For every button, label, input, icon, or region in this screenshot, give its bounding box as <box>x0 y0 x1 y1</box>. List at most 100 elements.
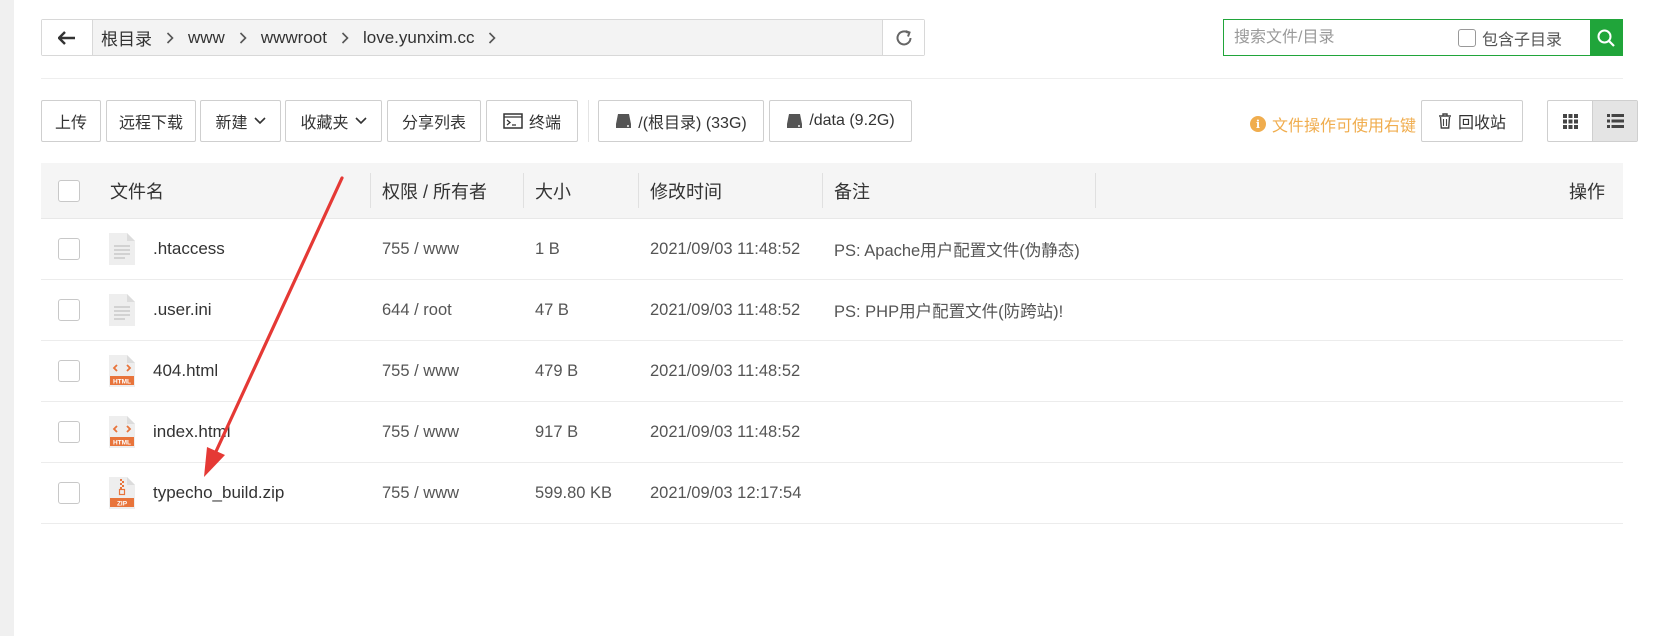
terminal-button[interactable]: 终端 <box>486 100 578 142</box>
toolbar-separator <box>588 100 589 142</box>
upload-button[interactable]: 上传 <box>41 100 101 142</box>
permission-owner[interactable]: 755 / www <box>382 219 459 279</box>
chevron-right-icon <box>341 31 349 44</box>
disk-data-label: /data (9.2G) <box>809 112 895 129</box>
disk-data-button[interactable]: /data (9.2G) <box>769 100 912 142</box>
include-subdir-label: 包含子目录 <box>1482 31 1563 49</box>
column-separator <box>370 173 371 208</box>
table-body: .htaccess 755 / www 1 B 2021/09/03 11:48:52… <box>41 219 1623 524</box>
chevron-down-icon <box>354 117 367 125</box>
refresh-button[interactable] <box>882 20 924 55</box>
chevron-right-icon <box>166 31 174 44</box>
search-icon <box>1597 29 1615 47</box>
breadcrumb-item[interactable]: wwwroot <box>261 28 349 48</box>
search-button[interactable] <box>1590 20 1622 55</box>
share-list-button[interactable]: 分享列表 <box>387 100 481 142</box>
header-note-label: 备注 <box>834 181 870 202</box>
chevron-down-icon <box>253 117 266 125</box>
header-permission[interactable]: 权限 / 所有者 <box>382 163 487 218</box>
breadcrumb-item[interactable]: love.yunxim.cc <box>362 27 497 48</box>
file-size: 479 B <box>535 361 579 380</box>
header-operations: 操作 <box>1569 163 1605 218</box>
file-size: 1 B <box>535 239 560 258</box>
svg-text:HTML: HTML <box>113 439 131 446</box>
select-all-checkbox[interactable] <box>58 180 80 202</box>
remote-download-button[interactable]: 远程下载 <box>106 100 196 142</box>
header-note: 备注 <box>834 163 870 218</box>
table-header: 文件名 权限 / 所有者 大小 修改时间 备注 操作 <box>41 163 1623 219</box>
header-filename-label: 文件名 <box>110 181 164 202</box>
header-filename[interactable]: 文件名 <box>110 163 164 218</box>
file-name-link[interactable]: typecho_build.zip <box>153 463 284 523</box>
file-name-link[interactable]: .htaccess <box>153 219 225 279</box>
file-name-link[interactable]: .user.ini <box>153 280 212 340</box>
hard-drive-icon <box>787 114 803 128</box>
favorites-button[interactable]: 收藏夹 <box>285 100 382 142</box>
modified-time: 2021/09/03 11:48:52 <box>650 300 801 319</box>
header-modified[interactable]: 修改时间 <box>650 163 722 218</box>
search-input[interactable] <box>1224 20 1458 55</box>
disk-root-button[interactable]: /(根目录) (33G) <box>598 100 764 142</box>
recycle-bin-label: 回收站 <box>1457 115 1506 132</box>
chevron-right-icon <box>488 31 497 44</box>
header-size[interactable]: 大小 <box>535 163 571 218</box>
back-button[interactable] <box>42 20 93 55</box>
row-checkbox[interactable] <box>58 360 80 382</box>
svg-text:HTML: HTML <box>113 378 131 385</box>
table-row[interactable]: .user.ini 644 / root 47 B 2021/09/03 11:48:… <box>41 280 1623 341</box>
file-table: 文件名 权限 / 所有者 大小 修改时间 备注 操作 .htaccess 755 … <box>41 163 1623 524</box>
row-checkbox[interactable] <box>58 299 80 321</box>
column-separator <box>523 173 524 208</box>
html-file-icon: HTML <box>109 402 135 462</box>
new-button[interactable]: 新建 <box>200 100 281 142</box>
arrow-left-icon <box>58 30 75 45</box>
info-icon: i <box>1250 116 1266 132</box>
row-checkbox[interactable] <box>58 482 80 504</box>
file-manager-panel: 根目录 www wwwroot love.yunxim.cc 包含子目录 上传 <box>14 0 1660 636</box>
share-list-label: 分享列表 <box>401 115 466 132</box>
html-file-icon: HTML <box>109 341 135 401</box>
recycle-bin-button[interactable]: 回收站 <box>1421 100 1523 142</box>
include-subdir-option[interactable]: 包含子目录 <box>1458 20 1590 55</box>
grid-view-button[interactable] <box>1548 101 1592 141</box>
permission-owner[interactable]: 755 / www <box>382 402 459 462</box>
modified-time: 2021/09/03 11:48:52 <box>650 239 801 258</box>
breadcrumb-item[interactable]: 根目录 <box>101 25 174 50</box>
refresh-icon <box>896 29 911 45</box>
modified-time: 2021/09/03 12:17:54 <box>650 483 802 502</box>
table-row[interactable]: HTML 404.html 755 / www 479 B 2021/09/03 11:… <box>41 341 1623 402</box>
zip-file-icon: ZIP <box>109 463 135 523</box>
row-checkbox[interactable] <box>58 238 80 260</box>
terminal-label: 终端 <box>528 115 561 132</box>
column-separator <box>1095 173 1096 208</box>
modified-time: 2021/09/03 11:48:52 <box>650 361 801 380</box>
breadcrumb-label: www <box>188 27 225 47</box>
file-name-link[interactable]: 404.html <box>153 341 218 401</box>
table-row[interactable]: ZIP typecho_build.zip 755 / www 599.80 KB 20… <box>41 463 1623 524</box>
breadcrumb-item[interactable]: www <box>188 28 247 48</box>
right-click-hint: i 文件操作可使用右键 <box>1250 112 1416 136</box>
header-permission-label: 权限 / 所有者 <box>382 181 488 202</box>
text-file-icon <box>109 280 135 340</box>
file-note: PS: PHP用户配置文件(防跨站)! <box>834 303 1064 321</box>
row-checkbox[interactable] <box>58 421 80 443</box>
header-size-label: 大小 <box>535 181 571 202</box>
terminal-icon <box>503 113 523 129</box>
list-view-button[interactable] <box>1592 101 1637 141</box>
file-name-link[interactable]: index.html <box>153 402 230 462</box>
list-icon <box>1606 114 1624 128</box>
table-row[interactable]: HTML index.html 755 / www 917 B 2021/09/03 1… <box>41 402 1623 463</box>
permission-owner[interactable]: 755 / www <box>382 463 459 523</box>
upload-label: 上传 <box>54 115 87 132</box>
text-file-icon <box>109 219 135 279</box>
hint-text: 文件操作可使用右键 <box>1272 118 1417 135</box>
permission-owner[interactable]: 755 / www <box>382 341 459 401</box>
favorites-label: 收藏夹 <box>300 115 349 132</box>
permission-owner[interactable]: 644 / root <box>382 280 452 340</box>
table-row[interactable]: .htaccess 755 / www 1 B 2021/09/03 11:48:52… <box>41 219 1623 280</box>
disk-root-label: /(根目录) (33G) <box>638 115 747 132</box>
trash-icon <box>1438 113 1451 129</box>
include-subdir-checkbox[interactable] <box>1458 28 1476 47</box>
file-size: 599.80 KB <box>535 483 613 502</box>
breadcrumb-label: love.yunxim.cc <box>362 27 475 47</box>
